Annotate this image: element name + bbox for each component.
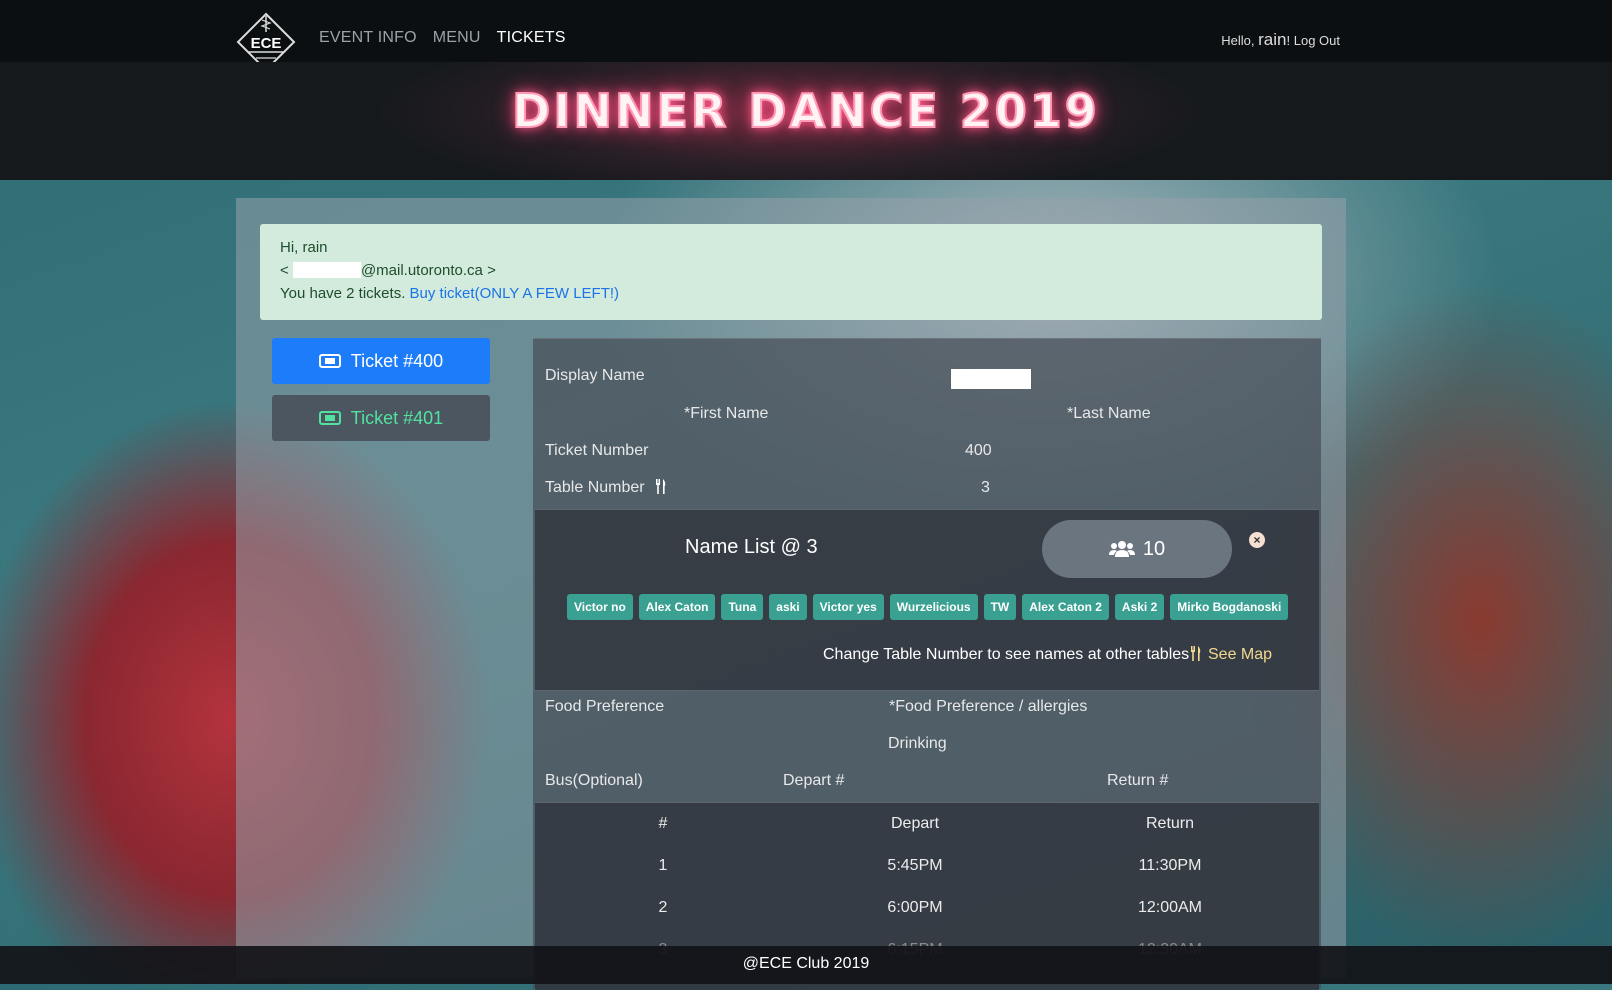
table-header-row: # Depart Return	[535, 815, 1319, 857]
display-name-label: Display Name	[545, 367, 645, 384]
column-header: Depart	[890, 815, 940, 832]
name-badge[interactable]: aski	[769, 594, 807, 620]
food-pref-input[interactable]: Drinking	[888, 735, 947, 753]
ticket-detail-form: Display Name *First Name *Last Name Tick…	[533, 338, 1321, 990]
close-icon[interactable]: ×	[1249, 532, 1265, 548]
username: rain	[1258, 30, 1287, 49]
nav-links: EVENT INFO MENU TICKETS	[319, 29, 566, 47]
alert-email: < @mail.utoronto.ca >	[280, 259, 1302, 282]
table-count: 10	[1142, 537, 1166, 560]
utensils-icon	[656, 479, 666, 494]
food-pref-label: Food Preference	[545, 698, 665, 715]
table-count-pill: 10	[1042, 520, 1232, 578]
last-name-field[interactable]: *Last Name	[1067, 405, 1151, 423]
row-index: 1	[658, 857, 668, 874]
greeting-prefix: Hello,	[1221, 33, 1255, 48]
hero-banner: DINNER DANCE 2019	[0, 62, 1612, 180]
ticket-button-401[interactable]: Ticket #401	[272, 395, 490, 441]
top-navbar: ECE EVENT INFO MENU TICKETS Hello, rain!…	[0, 0, 1612, 72]
table-number-label: Table Number	[545, 479, 667, 497]
food-pref-placeholder: *Food Preference / allergies	[889, 698, 1088, 715]
ticket-label: Ticket #401	[350, 407, 444, 428]
name-badge[interactable]: Victor yes	[812, 594, 884, 620]
alert-greeting: Hi, rain	[280, 239, 328, 256]
ticket-button-400[interactable]: Ticket #400	[272, 338, 490, 384]
tickets-count-text: You have 2 tickets.	[280, 285, 406, 302]
utensils-icon	[1191, 646, 1201, 661]
footer-text: @ECE Club 2019	[742, 955, 870, 972]
ticket-label: Ticket #400	[350, 350, 444, 371]
ticket-icon	[318, 354, 341, 368]
return-time: 11:30PM	[1138, 857, 1202, 874]
table-number-label-text: Table Number	[545, 479, 645, 496]
page-title: DINNER DANCE 2019	[511, 83, 1100, 139]
depart-time: 6:00PM	[887, 899, 943, 916]
see-map-link[interactable]: See Map	[1190, 646, 1272, 664]
buy-ticket-link[interactable]: Buy ticket(ONLY A FEW LEFT!)	[410, 285, 620, 302]
ticket-number-label: Ticket Number	[545, 442, 649, 459]
email-close-bracket: >	[487, 262, 496, 279]
name-list-title: Name List @ 3	[685, 536, 818, 558]
account-alert: Hi, rain < @mail.utoronto.ca > You have …	[260, 224, 1322, 320]
nav-tickets[interactable]: TICKETS	[497, 29, 566, 47]
email-domain: @mail.utoronto.ca	[360, 262, 483, 279]
see-map-label: See Map	[1208, 646, 1273, 663]
svg-text:ECE: ECE	[251, 35, 282, 52]
table-number-field[interactable]: 3	[981, 479, 990, 497]
name-badge[interactable]: Wurzelicious	[889, 594, 978, 620]
return-time: 12:00AM	[1137, 899, 1203, 916]
column-header: Return	[1145, 815, 1195, 832]
name-badge[interactable]: Victor no	[567, 594, 633, 620]
ticket-number-value: 400	[965, 442, 992, 459]
table-hint: Change Table Number to see names at othe…	[823, 646, 1190, 663]
nav-menu[interactable]: MENU	[433, 29, 481, 47]
name-badge[interactable]: Alex Caton 2	[1022, 594, 1109, 620]
depart-time: 5:45PM	[887, 857, 943, 874]
bus-label: Bus(Optional)	[545, 772, 643, 789]
table-row: 2 6:00PM 12:00AM	[535, 899, 1319, 941]
main-panel: Hi, rain < @mail.utoronto.ca > You have …	[236, 198, 1346, 990]
footer: @ECE Club 2019	[0, 946, 1612, 984]
name-badge[interactable]: Alex Caton	[638, 594, 716, 620]
redacted-email-user	[292, 262, 361, 278]
depart-select[interactable]: Depart #	[783, 772, 844, 790]
alert-tickets-line: You have 2 tickets. Buy ticket(ONLY A FE…	[280, 282, 1302, 305]
name-badge[interactable]: Tuna	[721, 594, 764, 620]
first-name-field[interactable]: *First Name	[684, 405, 768, 423]
email-open-bracket: <	[280, 262, 289, 279]
user-greeting: Hello, rain! Log Out	[1221, 30, 1340, 50]
name-list-panel: Name List @ 3 10 × Victor no Alex Caton …	[535, 509, 1319, 691]
name-badge[interactable]: TW	[983, 594, 1017, 620]
users-icon	[1108, 541, 1135, 557]
row-index: 2	[658, 899, 668, 916]
greeting-suffix: !	[1286, 33, 1291, 48]
nav-event-info[interactable]: EVENT INFO	[319, 29, 417, 47]
return-select[interactable]: Return #	[1107, 772, 1168, 790]
name-badge[interactable]: Mirko Bogdanoski	[1170, 594, 1289, 620]
name-badge[interactable]: Aski 2	[1114, 594, 1165, 620]
name-badges: Victor no Alex Caton Tuna aski Victor ye…	[567, 594, 1289, 620]
ticket-icon	[318, 411, 341, 425]
table-row: 1 5:45PM 11:30PM	[535, 857, 1319, 899]
column-header: #	[658, 815, 668, 832]
display-name-input[interactable]	[951, 369, 1031, 389]
logout-link[interactable]: Log Out	[1294, 33, 1340, 48]
